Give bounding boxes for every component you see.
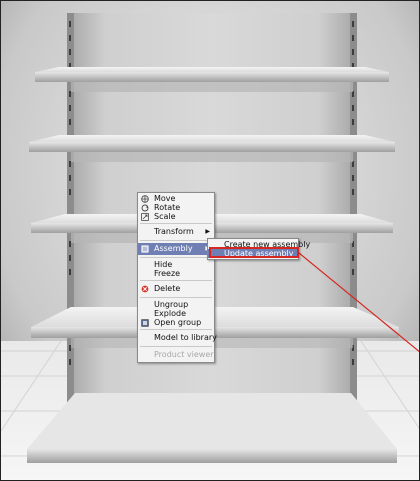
menu-item-assembly[interactable]: Assembly ▶ xyxy=(138,243,214,255)
menu-item-label: Scale xyxy=(154,212,176,221)
3d-viewport[interactable]: Move Rotate Scale Transform ▶ Assembly ▶ xyxy=(0,0,420,481)
menu-item-hide[interactable]: Hide xyxy=(138,260,214,269)
menu-item-label: Move xyxy=(154,194,176,203)
menu-item-explode[interactable]: Explode xyxy=(138,309,214,318)
menu-item-product-viewer: Product viewer xyxy=(138,349,214,361)
menu-item-open-group[interactable]: Open group xyxy=(138,318,214,327)
menu-item-label: Freeze xyxy=(154,269,181,278)
menu-item-label: Delete xyxy=(154,284,181,293)
menu-separator xyxy=(140,329,212,330)
menu-separator xyxy=(140,346,212,347)
callout-highlight-box xyxy=(209,247,299,258)
assembly-icon xyxy=(141,245,149,253)
menu-separator xyxy=(140,297,212,298)
menu-separator xyxy=(140,257,212,258)
menu-item-scale[interactable]: Scale xyxy=(138,212,214,221)
menu-item-label: Hide xyxy=(154,260,173,269)
menu-item-model-to-library[interactable]: Model to library xyxy=(138,332,217,344)
menu-item-ungroup[interactable]: Ungroup xyxy=(138,300,214,309)
context-menu: Move Rotate Scale Transform ▶ Assembly ▶ xyxy=(137,192,217,363)
menu-item-move[interactable]: Move xyxy=(138,194,214,203)
submenu-arrow-icon: ▶ xyxy=(205,228,210,235)
menu-item-rotate[interactable]: Rotate xyxy=(138,203,214,212)
menu-item-transform[interactable]: Transform ▶ xyxy=(138,226,214,238)
menu-item-freeze[interactable]: Freeze xyxy=(138,269,214,278)
menu-item-label: Open group xyxy=(154,318,202,327)
menu-separator xyxy=(140,240,212,241)
rotate-icon xyxy=(141,204,149,212)
scale-icon xyxy=(141,213,149,221)
delete-icon xyxy=(141,285,149,293)
menu-item-label: Product viewer xyxy=(154,350,214,359)
menu-item-label: Assembly xyxy=(154,244,193,253)
move-icon xyxy=(141,195,149,203)
menu-item-label: Transform xyxy=(154,227,194,236)
menu-item-label: Model to library xyxy=(154,333,217,342)
menu-item-delete[interactable]: Delete xyxy=(138,283,214,295)
menu-item-label: Rotate xyxy=(154,203,181,212)
shelf-2[interactable] xyxy=(29,135,395,162)
open-group-icon xyxy=(141,319,149,327)
shelf-base[interactable] xyxy=(27,393,397,463)
shelf-1[interactable] xyxy=(35,67,389,92)
menu-item-label: Ungroup xyxy=(154,300,189,309)
menu-item-label: Explode xyxy=(154,309,186,318)
menu-separator xyxy=(140,223,212,224)
menu-separator xyxy=(140,280,212,281)
